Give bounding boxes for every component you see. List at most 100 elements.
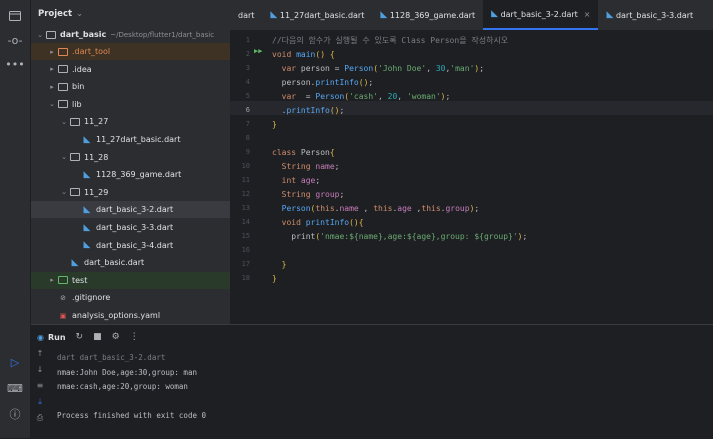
chevron-icon[interactable]: ▸ [47, 83, 57, 91]
chevron-down-icon[interactable]: ⌄ [76, 9, 83, 19]
tree-item-label: test [72, 275, 88, 285]
line-number: 17 [241, 260, 250, 268]
line-number: 9 [245, 148, 250, 156]
line-number: 7 [245, 120, 250, 128]
code-line[interactable]: . printInfo(); [272, 103, 345, 117]
code-line[interactable]: String name; [272, 159, 340, 173]
folder-icon [57, 275, 69, 285]
tree-item-label: 11_27 [84, 117, 109, 127]
dart-file-icon: ◣ [83, 204, 91, 215]
tree-item[interactable]: ⌄ lib [31, 96, 230, 113]
print-icon[interactable]: ⎙ [31, 413, 49, 429]
more-options-icon[interactable]: ⋮ [130, 332, 139, 342]
tree-item[interactable]: ⌄ 11_27 [31, 113, 230, 130]
commit-tool-icon[interactable]: -o- [5, 30, 25, 50]
chevron-down-icon[interactable]: ⌄ [35, 31, 45, 39]
stop-icon[interactable]: ■ [93, 332, 102, 342]
scroll-to-end-icon[interactable]: ⤓ [31, 397, 49, 413]
tree-item[interactable]: ◣ dart_basic_3-2.dart [31, 201, 230, 219]
tree-item[interactable]: ◣ dart_basic_3-4.dart [31, 237, 230, 254]
editor-tab-bar: dart ◣ 11_27dart_basic.dart ◣ 1128_369_g… [230, 0, 713, 31]
line-number: 12 [241, 190, 250, 198]
dart-file-icon: ◣ [83, 134, 91, 145]
tree-item-label: lib [72, 99, 82, 109]
output-line: nmae:cash,age:20,group: woman [57, 382, 188, 391]
tree-item[interactable]: ▣ analysis_options.yaml [31, 307, 230, 324]
tree-item[interactable]: ⌄ 11_28 [31, 149, 230, 166]
gitignore-icon: ⊘ [60, 293, 66, 302]
rerun-icon[interactable]: ↻ [76, 332, 84, 342]
code-line[interactable]: void main() { [272, 47, 335, 61]
chevron-icon[interactable]: ▸ [47, 65, 57, 73]
dart-file-icon: ◣ [83, 222, 91, 233]
folder-icon [69, 152, 81, 162]
run-panel-header: ◉ Run ↻ ■ ⚙ ⋮ [31, 325, 713, 349]
tree-item-label: .gitignore [72, 293, 111, 303]
settings-icon[interactable]: ⚙ [112, 332, 120, 342]
tree-item-label: dart_basic_3-3.dart [96, 223, 174, 232]
tree-item[interactable]: ⌄ 11_29 [31, 184, 230, 201]
tab-11-27dart-basic[interactable]: ◣ 11_27dart_basic.dart [262, 0, 372, 30]
tree-item[interactable]: ▸ .idea [31, 61, 230, 78]
code-editor[interactable]: 1 2 3 4 5 6 7 8 9 10 11 12 13 14 15 16 17 18 ▶▶ //다음의 함수가… [230, 31, 713, 324]
run-gutter-icon[interactable]: ▶▶ [254, 47, 262, 55]
code-line[interactable]: Person(this. name , this. age , this. group)… [272, 201, 480, 215]
tree-item[interactable]: ▸ test [31, 271, 230, 289]
tree-item[interactable]: ◣ 1128_369_game.dart [31, 166, 230, 183]
code-line[interactable]: class Person{ [272, 145, 335, 159]
code-line[interactable]: print('nmae:${name},age:${age},group: ${… [272, 229, 527, 243]
dart-file-icon: ◣ [71, 257, 79, 268]
chevron-icon[interactable]: ▸ [47, 276, 57, 284]
tree-item[interactable]: ▸ bin [31, 78, 230, 95]
line-number: 6 [245, 106, 250, 114]
code-line[interactable]: int age; [272, 173, 321, 187]
folder-icon [69, 117, 81, 127]
chevron-icon[interactable]: ⌄ [59, 118, 69, 126]
scroll-down-icon[interactable]: ↓ [31, 365, 49, 381]
tab-dart[interactable]: dart [230, 0, 262, 30]
tree-item-label: 11_27dart_basic.dart [96, 135, 181, 144]
chevron-icon[interactable]: ▸ [47, 48, 57, 56]
chevron-icon[interactable]: ⌄ [59, 188, 69, 196]
code-line[interactable]: } [272, 257, 287, 271]
problems-tool-icon[interactable]: ⓘ [5, 404, 25, 424]
folder-icon [57, 82, 69, 92]
dart-file-icon: ◣ [606, 10, 614, 20]
chevron-icon[interactable]: ⌄ [47, 100, 57, 108]
tree-item-label: dart_basic_3-4.dart [96, 240, 174, 250]
tab-dart-basic-3-3[interactable]: ◣ dart_basic_3-3.dart [598, 0, 701, 30]
tree-item[interactable]: ⊘ .gitignore [31, 289, 230, 306]
soft-wrap-icon[interactable]: ≡ [31, 381, 49, 397]
code-line[interactable]: person. printInfo(); [272, 75, 374, 89]
tab-label: dart_basic_3-3.dart [615, 10, 694, 20]
tree-item[interactable]: ◣ dart_basic.dart [31, 254, 230, 271]
code-line[interactable]: //다음의 함수가 실행될 수 있도록 Class Person을 작성하시오 [272, 33, 508, 47]
code-line[interactable]: var = Person('cash', 20, 'woman'); [272, 89, 451, 103]
project-panel-header[interactable]: Project ⌄ [31, 0, 230, 28]
tab-dart-basic-3-2[interactable]: ◣ dart_basic_3-2.dart × [483, 0, 599, 30]
folder-icon [57, 47, 69, 57]
line-number: 3 [245, 64, 250, 72]
scroll-up-icon[interactable]: ↑ [31, 349, 49, 365]
code-line[interactable]: void printInfo(){ [272, 215, 364, 229]
project-panel: Project ⌄ ⌄ dart_basic ~/Desktop/flutter… [31, 0, 230, 324]
project-tool-icon[interactable] [5, 6, 25, 26]
close-icon[interactable]: × [584, 10, 591, 19]
code-line[interactable]: } [272, 117, 277, 131]
tree-item[interactable]: ◣ 11_27dart_basic.dart [31, 131, 230, 148]
tree-item-label: dart_basic_3-2.dart [96, 205, 174, 215]
tree-item[interactable]: ◣ dart_basic_3-3.dart [31, 219, 230, 236]
tree-item-label: 11_28 [84, 152, 109, 162]
run-tool-icon[interactable]: ▷ [5, 352, 25, 372]
code-line[interactable]: var person = Person('John Doe', 30,'man'… [272, 61, 484, 75]
code-line[interactable]: String group; [272, 187, 345, 201]
tree-root[interactable]: ⌄ dart_basic ~/Desktop/flutter1/dart_bas… [31, 26, 230, 43]
tree-item[interactable]: ▸ .dart_tool [31, 43, 230, 60]
more-tools-icon[interactable]: ••• [5, 54, 25, 74]
line-gutter: 1 2 3 4 5 6 7 8 9 10 11 12 13 14 15 16 17 18 [230, 31, 268, 324]
terminal-tool-icon[interactable]: ⌨ [5, 378, 25, 398]
code-line[interactable]: } [272, 271, 277, 285]
line-number: 2 [245, 50, 250, 58]
chevron-icon[interactable]: ⌄ [59, 153, 69, 161]
tab-1128-369-game[interactable]: ◣ 1128_369_game.dart [372, 0, 483, 30]
